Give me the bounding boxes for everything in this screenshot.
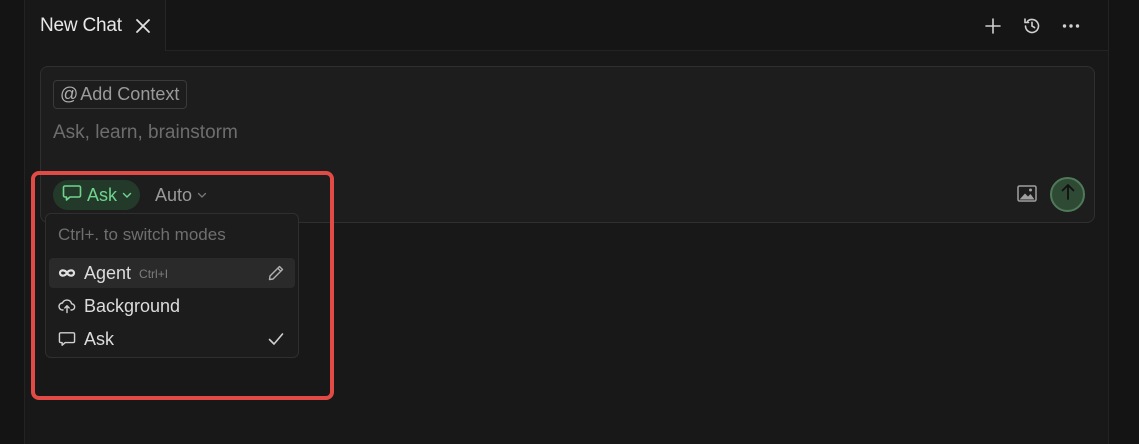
pencil-icon[interactable] [267,264,285,282]
infinity-icon [58,264,76,282]
at-icon: @ [60,84,79,104]
chat-panel: New Chat @ Add Context Ask, learn, brain… [24,0,1109,444]
mode-option-label: Ask [84,328,115,349]
mode-selector-button[interactable]: Ask [53,180,141,210]
tab-new-chat[interactable]: New Chat [25,0,166,51]
tab-title: New Chat [40,14,122,36]
arrow-up-icon [1060,183,1076,206]
add-context-button[interactable]: @ Add Context [53,80,188,109]
cloud-upload-icon [58,297,76,315]
mode-option-label: Background [84,295,181,316]
tab-bar: New Chat [25,0,1108,51]
mode-label: Ask [87,184,118,205]
plus-icon[interactable] [982,15,1004,37]
check-icon [267,330,285,348]
mode-menu-hint: Ctrl+. to switch modes [58,225,226,244]
header-actions [982,0,1082,51]
mode-option-agent[interactable]: Agent Ctrl+I [49,258,295,288]
model-label: Auto [155,184,193,205]
add-context-label: Add Context [80,84,180,104]
chat-bubble-icon [62,184,82,207]
message-input[interactable]: Ask, learn, brainstorm [53,122,238,144]
send-button[interactable] [1050,177,1085,212]
chat-bubble-icon [58,330,76,348]
image-icon[interactable] [1017,185,1039,205]
close-icon[interactable] [134,17,152,35]
mode-option-ask[interactable]: Ask [49,324,295,354]
chat-composer: @ Add Context Ask, learn, brainstorm Ask… [40,66,1095,223]
history-icon[interactable] [1021,15,1043,37]
chevron-down-icon [197,186,207,204]
model-selector-button[interactable]: Auto [155,180,207,210]
mode-option-label: Agent [84,262,132,283]
shortcut-hint: Ctrl+I [139,267,169,281]
mode-option-background[interactable]: Background [49,291,295,321]
more-icon[interactable] [1060,15,1082,37]
chevron-down-icon [122,186,132,204]
mode-menu: Ctrl+. to switch modes Agent Ctrl+I Back… [45,213,299,358]
